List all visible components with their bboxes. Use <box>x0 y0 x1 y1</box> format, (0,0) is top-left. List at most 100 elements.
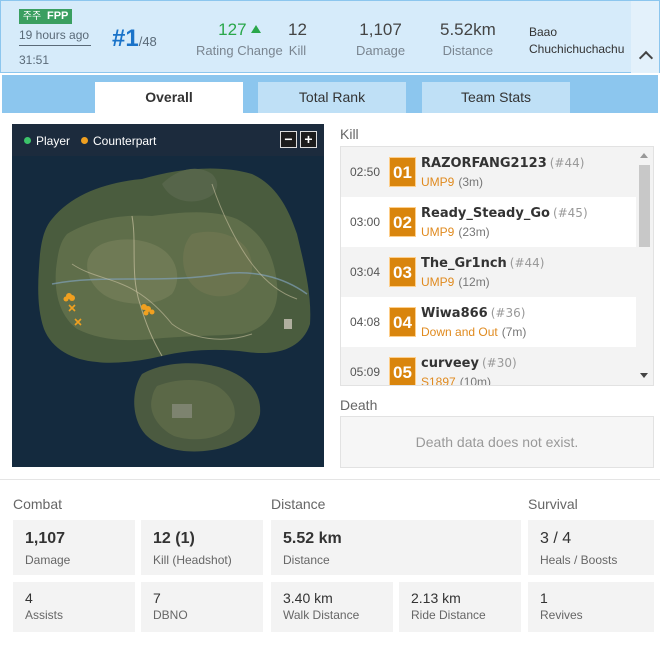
kill-time: 03:00 <box>350 215 381 229</box>
ride-distance-card: 2.13 km Ride Distance <box>399 582 521 632</box>
dbno-card-value: 7 <box>153 590 161 606</box>
kill-row[interactable]: 02:50 01 RAZORFANG2123 (#44) UMP9 (3m) <box>341 147 637 197</box>
counterpart-dot-icon <box>81 137 88 144</box>
kill-row[interactable]: 03:04 03 The_Gr1nch (#44) UMP9 (12m) <box>341 247 637 297</box>
victim-rank: (#44) <box>549 156 585 170</box>
victim-rank: (#45) <box>552 206 588 220</box>
damage-value: 1,107 <box>359 20 402 39</box>
legend-player-label: Player <box>36 134 71 148</box>
scroll-down-icon[interactable] <box>640 373 648 378</box>
kill-distance: (12m) <box>458 275 490 289</box>
kill-distance: (7m) <box>501 325 527 339</box>
walk-distance-card: 3.40 km Walk Distance <box>271 582 393 632</box>
kill-list-scrollbar[interactable] <box>636 147 653 385</box>
revives-card-value: 1 <box>540 590 548 606</box>
assists-card-value: 4 <box>25 590 33 606</box>
scroll-up-icon[interactable] <box>640 153 648 158</box>
mode-label: FPP <box>45 9 73 24</box>
scroll-thumb[interactable] <box>639 165 650 247</box>
tab-bar: Overall Total Rank Team Stats <box>2 75 658 113</box>
rating-change-value: 127 <box>218 20 247 39</box>
match-duration: 31:51 <box>19 53 50 67</box>
revives-card-label: Revives <box>540 608 583 622</box>
distance-card: 5.52 km Distance <box>271 520 521 575</box>
damage-card: 1,107 Damage <box>13 520 135 575</box>
kill-distance: (10m) <box>459 375 492 386</box>
kill-weapon: UMP9 <box>421 225 455 239</box>
kill-distance: (23m) <box>458 225 490 239</box>
distance-title: Distance <box>271 496 326 512</box>
ride-distance-label: Ride Distance <box>411 608 486 622</box>
kill-card-value: 12 (1) <box>153 530 195 547</box>
kill-number: 01 <box>389 157 416 187</box>
kill-time: 04:08 <box>350 315 381 329</box>
kill-number: 04 <box>389 307 416 337</box>
kill-number: 03 <box>389 257 416 287</box>
kill-row[interactable]: 05:09 05 curveey (#30) S1897 (10m) <box>341 347 637 386</box>
heals-card-value: 3 / 4 <box>540 530 572 547</box>
match-map[interactable]: Player Counterpart − + <box>12 124 324 467</box>
walk-distance-label: Walk Distance <box>283 608 360 622</box>
dbno-card: 7 DBNO <box>141 582 263 632</box>
kill-row[interactable]: 04:08 04 Wiwa866 (#36) Down and Out (7m) <box>341 297 637 347</box>
tab-overall[interactable]: Overall <box>95 82 243 113</box>
victim-name: Ready_Steady_Go <box>421 206 550 221</box>
revives-card: 1 Revives <box>528 582 654 632</box>
placement-prefix: # <box>112 25 126 52</box>
damage-label: Damage <box>356 43 406 58</box>
damage-card-label: Damage <box>25 553 71 567</box>
kill-list[interactable]: 02:50 01 RAZORFANG2123 (#44) UMP9 (3m) 03:… <box>340 146 654 386</box>
combat-title: Combat <box>13 496 63 512</box>
placement: #1/48 <box>112 25 157 53</box>
kill-card-label: Kill (Headshot) <box>153 553 232 567</box>
dbno-card-label: DBNO <box>153 608 188 622</box>
damage-stat: 1,107 Damage <box>356 20 405 58</box>
kill-label: Kill <box>288 43 307 58</box>
match-header[interactable]: 주주 FPP 19 hours ago 31:51 #1/48 127 Rati… <box>0 0 660 73</box>
map-terrain <box>12 124 324 467</box>
time-divider <box>19 45 91 46</box>
kill-time: 03:04 <box>350 265 381 279</box>
death-section-title: Death <box>340 397 378 413</box>
tab-team-stats[interactable]: Team Stats <box>422 82 570 113</box>
distance-value: 5.52km <box>440 20 496 39</box>
team-members: Baao Chuchichuchachu <box>529 24 624 58</box>
legend-counterpart-label: Counterpart <box>93 134 157 148</box>
team-member: Baao <box>529 25 558 39</box>
placement-rank: 1 <box>125 25 139 52</box>
damage-card-value: 1,107 <box>25 530 66 547</box>
survival-title: Survival <box>528 496 578 512</box>
kill-number: 02 <box>389 207 416 237</box>
assists-card-label: Assists <box>25 608 64 622</box>
victim-rank: (#30) <box>481 356 517 370</box>
victim-rank: (#36) <box>490 306 526 320</box>
rating-up-icon <box>250 25 261 33</box>
team-member: Chuchichuchachu <box>529 42 625 56</box>
collapse-toggle[interactable] <box>631 1 659 73</box>
kill-row[interactable]: 03:00 02 Ready_Steady_Go (#45) UMP9 (23m) <box>341 197 637 247</box>
victim-name: The_Gr1nch <box>421 256 507 271</box>
victim-name: curveey <box>421 356 479 371</box>
kill-weapon: UMP9 <box>421 275 455 289</box>
distance-label: Distance <box>442 43 494 58</box>
kill-section-title: Kill <box>340 126 359 142</box>
kill-number: 05 <box>389 357 416 385</box>
kill-value: 12 <box>288 20 307 39</box>
rating-change-stat: 127 Rating Change <box>196 20 283 58</box>
tab-total-rank[interactable]: Total Rank <box>258 82 406 113</box>
kill-distance: (3m) <box>458 175 484 189</box>
rating-change-label: Rating Change <box>196 43 283 58</box>
map-legend: Player Counterpart − + <box>12 124 324 156</box>
zoom-in-button[interactable]: + <box>300 131 317 148</box>
player-dot-icon <box>24 137 31 144</box>
kill-card: 12 (1) Kill (Headshot) <box>141 520 263 575</box>
time-ago: 19 hours ago <box>19 28 90 42</box>
kill-time: 05:09 <box>350 365 381 379</box>
mode-badge: 주주 FPP <box>19 9 73 24</box>
zoom-out-button[interactable]: − <box>280 131 297 148</box>
heals-card-label: Heals / Boosts <box>540 553 618 567</box>
section-divider <box>0 479 660 480</box>
kill-weapon: UMP9 <box>421 175 455 189</box>
heals-card: 3 / 4 Heals / Boosts <box>528 520 654 575</box>
kill-time: 02:50 <box>350 165 381 179</box>
